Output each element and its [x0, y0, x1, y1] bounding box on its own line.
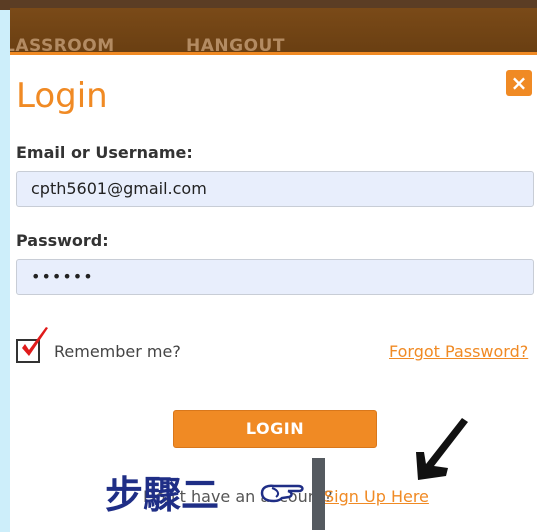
step-annotation: 步驟二 [105, 473, 220, 517]
email-field[interactable]: cpth5601@gmail.com [16, 171, 534, 207]
password-field[interactable]: •••••• [16, 259, 534, 295]
navbar: LASSROOM HANGOUT [10, 8, 537, 55]
forgot-password-link[interactable]: Forgot Password? [389, 342, 528, 361]
pointing-hand-icon [260, 484, 304, 503]
password-label: Password: [16, 231, 109, 250]
close-icon: × [510, 71, 528, 95]
arrow-down-left-icon [416, 418, 468, 480]
email-label: Email or Username: [16, 143, 193, 162]
annotation-bar [312, 458, 325, 530]
nav-item-hangout[interactable]: HANGOUT [186, 36, 285, 52]
close-button[interactable]: × [506, 70, 532, 96]
nav-item-classroom[interactable]: LASSROOM [10, 36, 115, 52]
checkmark-icon [22, 327, 48, 356]
remember-label: Remember me? [54, 342, 181, 361]
modal-title: Login [16, 76, 108, 116]
signup-link[interactable]: Sign Up Here [324, 487, 429, 506]
login-button[interactable]: LOGIN [173, 410, 377, 448]
